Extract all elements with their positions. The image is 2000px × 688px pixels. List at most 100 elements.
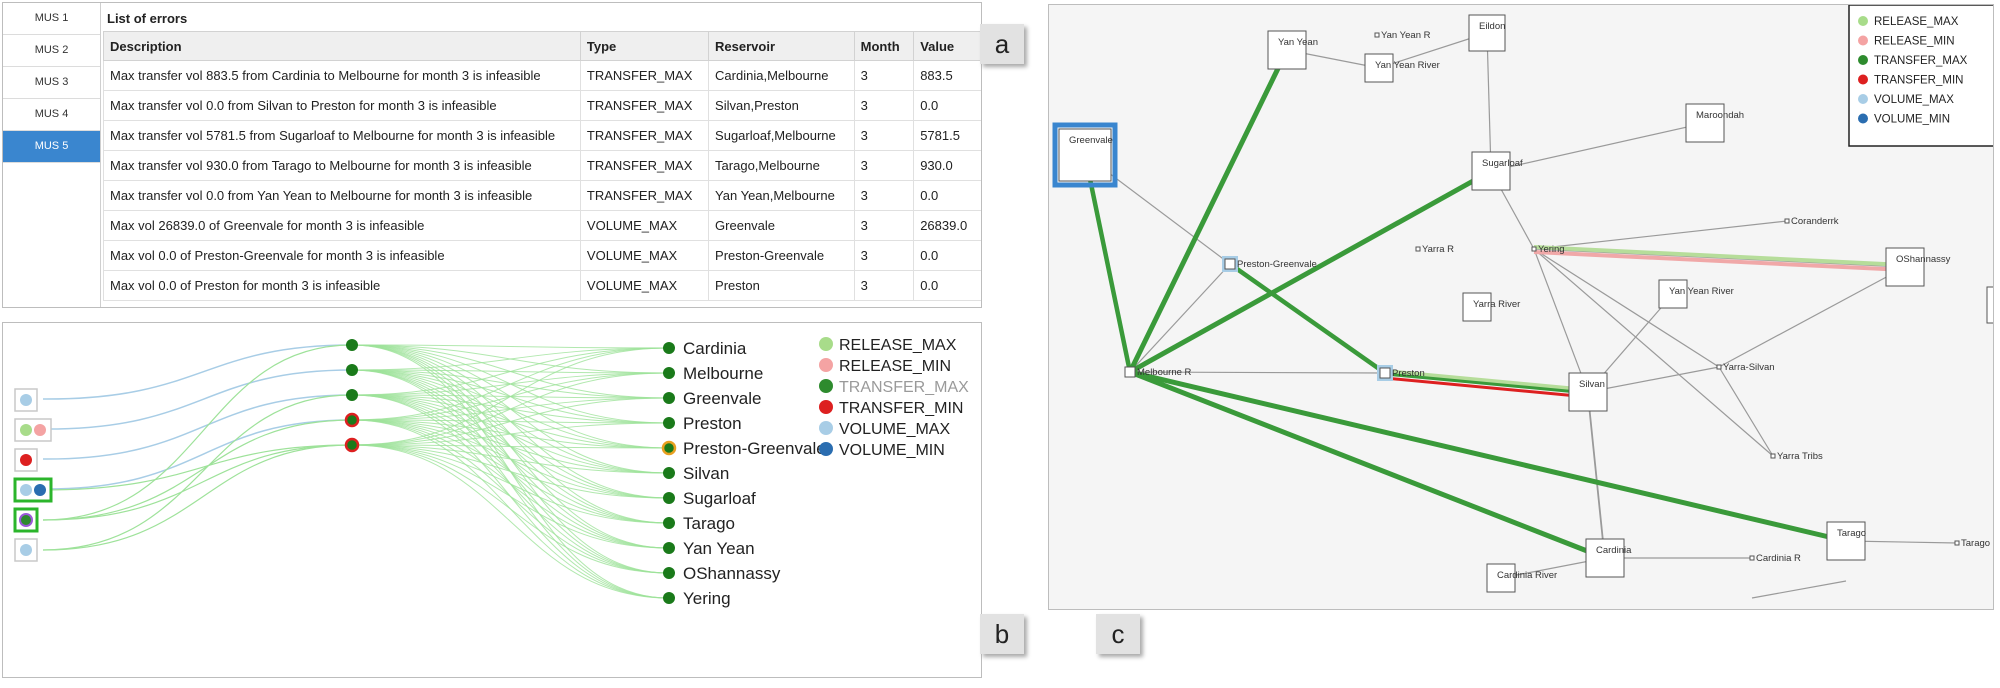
- reservoir-node[interactable]: [663, 542, 675, 554]
- legend-dot: [819, 442, 833, 456]
- error-cell: TRANSFER_MAX: [579, 120, 710, 151]
- error-row[interactable]: Max vol 0.0 of Preston-Greenvale for mon…: [103, 240, 981, 271]
- error-row[interactable]: Max transfer vol 5781.5 from Sugarloaf t…: [103, 120, 981, 151]
- column-header-month[interactable]: Month: [853, 31, 915, 61]
- left-node-dot: [20, 544, 32, 556]
- error-row[interactable]: Max transfer vol 883.5 from Cardinia to …: [103, 60, 981, 91]
- legend-dot: [1858, 74, 1868, 85]
- reservoir-node[interactable]: [663, 342, 675, 354]
- network-edge: [1751, 580, 1847, 599]
- network-node[interactable]: [1716, 364, 1722, 370]
- error-cell: Max vol 26839.0 of Greenvale for month 3…: [103, 210, 581, 241]
- network-node[interactable]: [1749, 555, 1755, 561]
- legend-label: RELEASE_MAX: [839, 337, 957, 354]
- reservoir-node[interactable]: [663, 567, 675, 579]
- error-cell: 883.5: [913, 60, 981, 91]
- fan-link: [351, 444, 670, 524]
- link-green: [42, 344, 353, 521]
- mus-tab-4[interactable]: MUS 4: [3, 99, 100, 131]
- reservoir-node[interactable]: [663, 592, 675, 604]
- reservoir-label: Sugarloaf: [683, 489, 756, 508]
- reservoir-label: Greenvale: [683, 389, 761, 408]
- left-node-dot: [34, 424, 46, 436]
- column-header-value[interactable]: Value: [913, 31, 981, 61]
- error-cell: 3: [853, 120, 915, 151]
- error-row[interactable]: Max vol 0.0 of Preston for month 3 is in…: [103, 270, 981, 301]
- mid-node-3[interactable]: [346, 389, 358, 401]
- network-node-label: Yarra R: [1422, 244, 1454, 255]
- reservoir-label: Tarago: [683, 514, 735, 533]
- network-node-label: Tarago R: [1961, 538, 1994, 549]
- network-node[interactable]: [1784, 218, 1790, 224]
- link-green: [42, 444, 353, 491]
- errors-area: List of errors Description Type Reservoir M…: [103, 3, 981, 307]
- network-node[interactable]: [1954, 540, 1960, 546]
- network-edge: [1533, 248, 1589, 393]
- network-node[interactable]: [1531, 246, 1537, 252]
- network-node-label: Sugarloaf: [1482, 158, 1523, 169]
- network-node[interactable]: [1224, 258, 1236, 270]
- mus-tab-2[interactable]: MUS 2: [3, 35, 100, 67]
- column-header-type[interactable]: Type: [579, 31, 710, 61]
- panel-tag-c: c: [1096, 614, 1140, 654]
- error-row[interactable]: Max transfer vol 0.0 from Yan Yean to Me…: [103, 180, 981, 211]
- network-edge: [1228, 262, 1387, 375]
- network-node-label: Yan Yean River: [1375, 60, 1440, 71]
- reservoir-node[interactable]: [663, 492, 675, 504]
- error-cell: VOLUME_MAX: [579, 240, 710, 271]
- link-green: [42, 419, 353, 521]
- mid-node-5[interactable]: [344, 437, 360, 453]
- mus-tab-5[interactable]: MUS 5: [3, 131, 100, 163]
- reservoir-node[interactable]: [663, 417, 675, 429]
- network-node[interactable]: [1374, 32, 1380, 38]
- mus-tab-3[interactable]: MUS 3: [3, 67, 100, 99]
- errors-panel: MUS 1 MUS 2 MUS 3 MUS 4 MUS 5 List of errors…: [2, 2, 982, 308]
- reservoir-node[interactable]: [663, 367, 675, 379]
- mid-node-2[interactable]: [346, 364, 358, 376]
- error-row[interactable]: Max transfer vol 0.0 from Silvan to Pres…: [103, 90, 981, 121]
- error-row[interactable]: Max transfer vol 930.0 from Tarago to Me…: [103, 150, 981, 181]
- network-edge: [1718, 266, 1906, 368]
- column-header-reservoir[interactable]: Reservoir: [708, 31, 855, 61]
- network-node-label: Greenvale: [1069, 135, 1113, 146]
- error-cell: 3: [853, 270, 915, 301]
- legend-dot: [1858, 55, 1868, 65]
- network-node-label: Yan Yean River: [1669, 286, 1734, 297]
- fan-link: [351, 444, 670, 549]
- mus-tab-1[interactable]: MUS 1: [3, 3, 100, 35]
- network-node[interactable]: [1124, 366, 1136, 378]
- network-edge: [1128, 168, 1493, 375]
- legend-label: TRANSFER_MIN: [1874, 75, 1963, 87]
- network-node-label: Silvan: [1579, 379, 1605, 390]
- legend-label: TRANSFER_MAX: [1874, 55, 1968, 67]
- mid-node-1[interactable]: [346, 339, 358, 351]
- reservoir-node[interactable]: [661, 440, 677, 456]
- legend-dot: [819, 421, 833, 435]
- network-node-label: OShannassy: [1896, 254, 1951, 265]
- error-cell: Max transfer vol 930.0 from Tarago to Me…: [103, 150, 581, 181]
- network-node-label: Yan Yean R: [1381, 30, 1431, 41]
- error-cell: Max transfer vol 0.0 from Silvan to Pres…: [103, 90, 581, 121]
- network-node[interactable]: [1415, 246, 1421, 252]
- column-header-description[interactable]: Description: [103, 31, 581, 61]
- legend-dot: [1858, 94, 1868, 104]
- link-blue: [42, 419, 353, 490]
- reservoir-node[interactable]: [663, 392, 675, 404]
- reservoir-label: OShannassy: [683, 564, 781, 583]
- network-node[interactable]: [1379, 367, 1391, 379]
- error-cell: 3: [853, 90, 915, 121]
- reservoir-node[interactable]: [663, 517, 675, 529]
- network-edge: [1533, 220, 1788, 250]
- error-cell: Cardinia,Melbourne: [708, 60, 855, 91]
- legend-dot: [819, 379, 833, 393]
- error-cell: 5781.5: [913, 120, 981, 151]
- network-edge: [1533, 248, 1720, 368]
- error-row[interactable]: Max vol 26839.0 of Greenvale for month 3…: [103, 210, 981, 241]
- network-node-label: Yarra-Silvan: [1723, 362, 1775, 373]
- error-cell: 3: [853, 240, 915, 271]
- mid-node-4[interactable]: [344, 412, 360, 428]
- reservoir-node[interactable]: [663, 467, 675, 479]
- network-node[interactable]: [1770, 453, 1776, 459]
- legend-label: VOLUME_MIN: [1874, 114, 1950, 126]
- network-node-label: Cardinia R: [1756, 553, 1801, 564]
